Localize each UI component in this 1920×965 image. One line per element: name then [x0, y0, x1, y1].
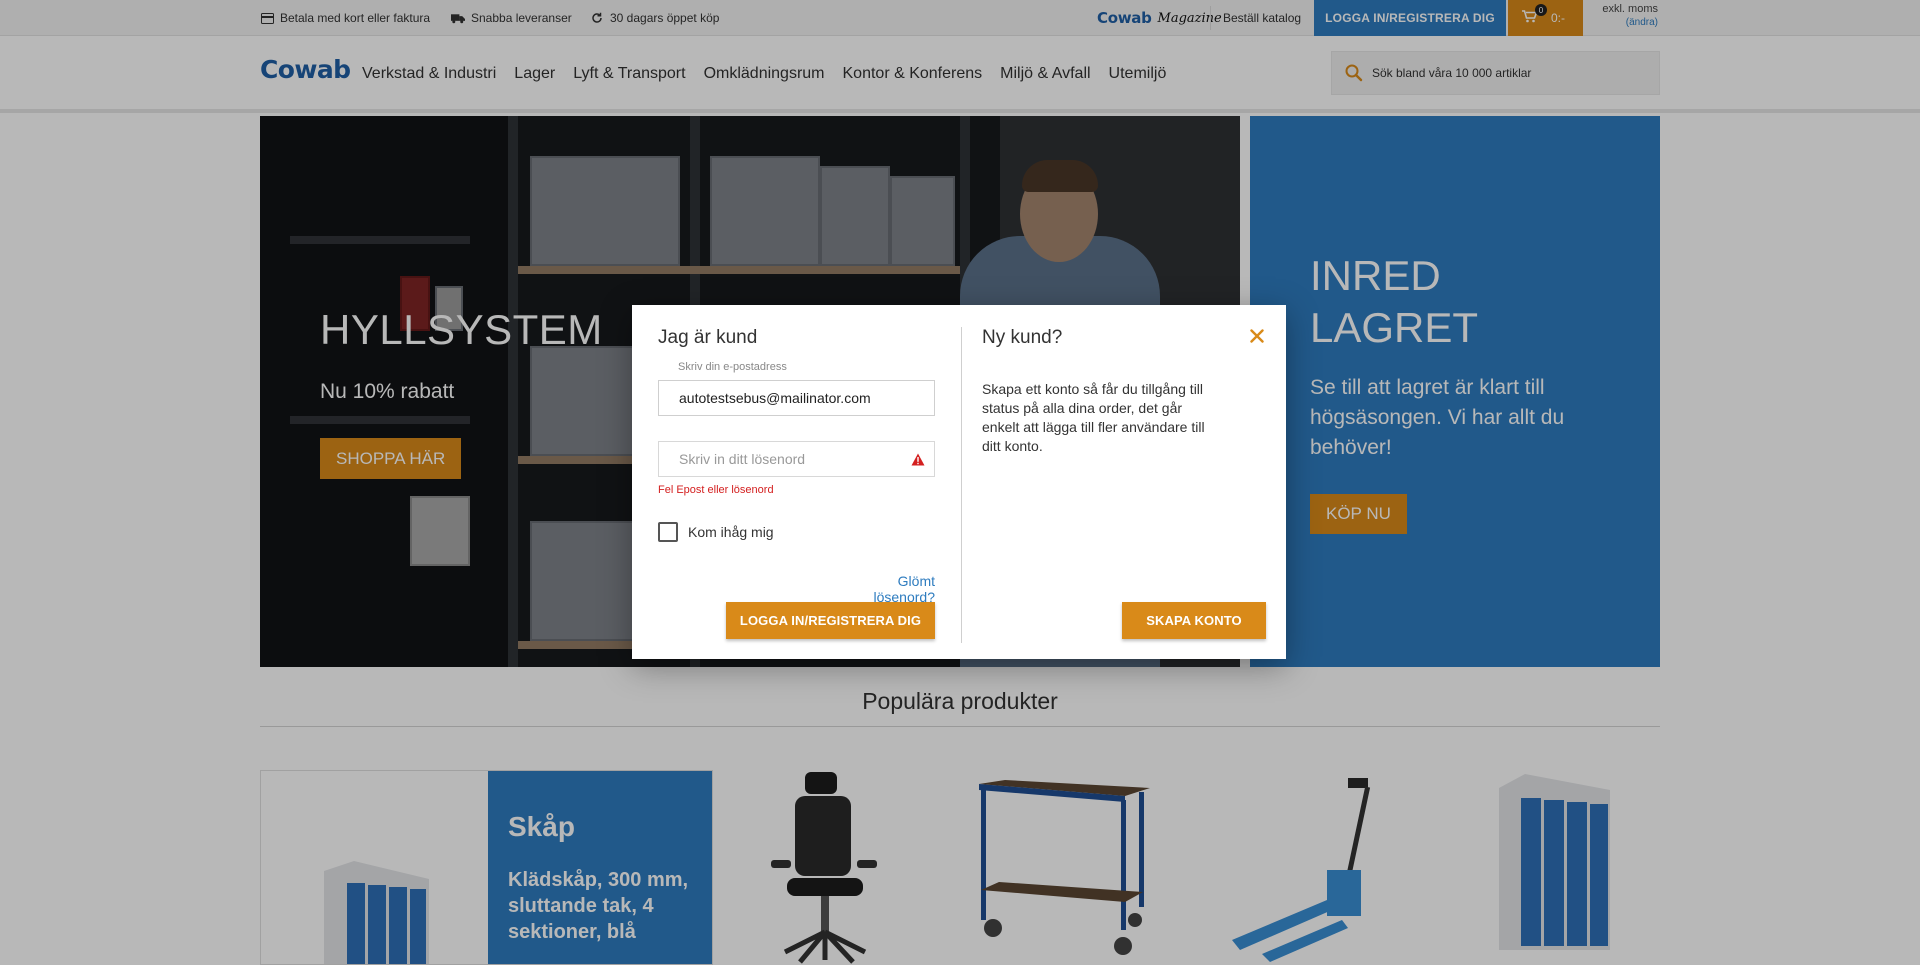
- close-icon[interactable]: [1246, 325, 1268, 347]
- remember-me[interactable]: Kom ihåg mig: [658, 522, 774, 542]
- email-field[interactable]: [658, 380, 935, 416]
- new-customer-description: Skapa ett konto så får du tillgång till …: [982, 381, 1205, 454]
- password-field[interactable]: [658, 441, 935, 477]
- warning-icon: [911, 453, 925, 466]
- remember-me-label: Kom ihåg mig: [688, 524, 774, 540]
- login-error-message: Fel Epost eller lösenord: [658, 484, 774, 496]
- login-modal: Jag är kund Skriv din e-postadress Fel E…: [632, 305, 1286, 659]
- remember-me-checkbox[interactable]: [658, 522, 678, 542]
- email-label: Skriv din e-postadress: [678, 361, 787, 373]
- forgot-password-link[interactable]: Glömt lösenord?: [834, 573, 936, 605]
- existing-customer-title: Jag är kund: [658, 327, 758, 348]
- login-button[interactable]: LOGGA IN/REGISTRERA DIG: [726, 602, 935, 639]
- new-customer-title: Ny kund?: [982, 327, 1063, 348]
- divider: [961, 327, 962, 643]
- create-account-button[interactable]: SKAPA KONTO: [1122, 602, 1266, 639]
